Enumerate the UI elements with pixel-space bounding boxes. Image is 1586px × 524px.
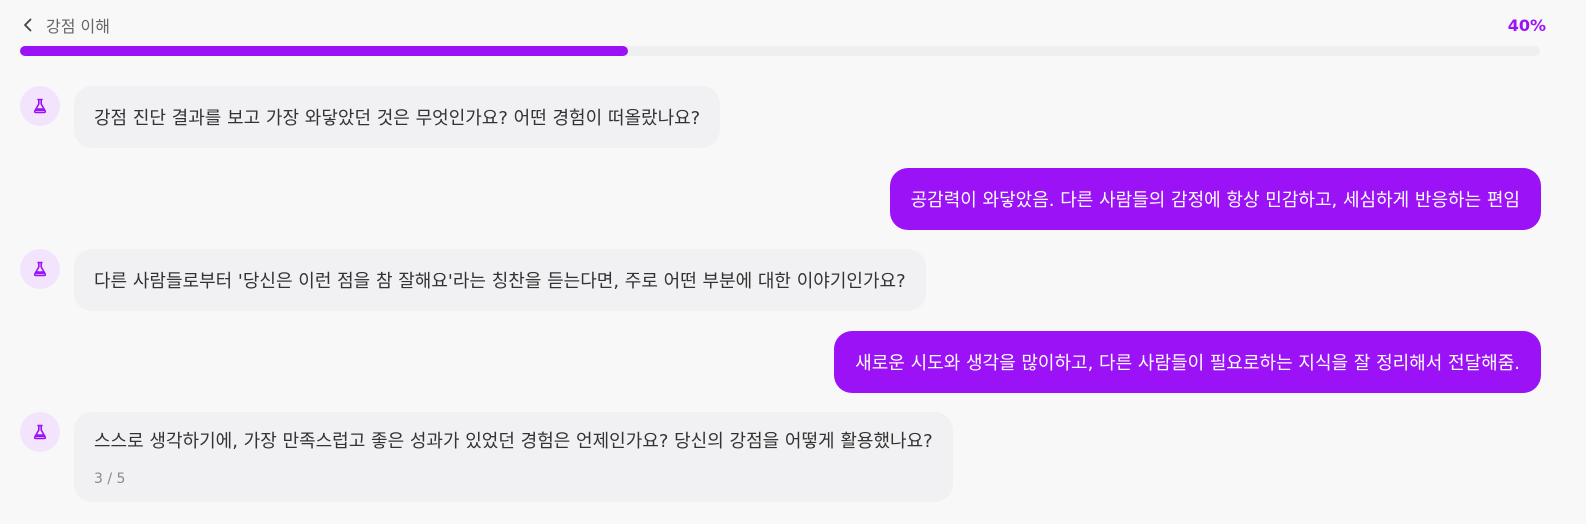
message-text: 강점 진단 결과를 보고 가장 와닿았던 것은 무엇인가요? 어떤 경험이 떠올… bbox=[94, 108, 701, 129]
bot-avatar bbox=[20, 86, 60, 126]
bot-avatar bbox=[20, 249, 60, 289]
step-indicator: 3 / 5 bbox=[94, 471, 126, 487]
bot-message: 스스로 생각하기에, 가장 만족스럽고 좋은 성과가 있었던 경험은 언제인가요… bbox=[74, 412, 953, 502]
message-text: 새로운 시도와 생각을 많이하고, 다른 사람들이 필요로하는 지식을 잘 정리… bbox=[855, 353, 1520, 374]
back-button[interactable]: 강점 이해 bbox=[20, 13, 110, 37]
bot-message: 다른 사람들로부터 '당신은 이런 점을 참 잘해요'라는 칭찬을 듣는다면, … bbox=[74, 249, 926, 311]
flask-icon bbox=[33, 261, 47, 277]
bot-message: 강점 진단 결과를 보고 가장 와닿았던 것은 무엇인가요? 어떤 경험이 떠올… bbox=[74, 86, 721, 148]
user-message: 공감력이 와닿았음. 다른 사람들의 감정에 항상 민감하고, 세심하게 반응하… bbox=[889, 168, 1541, 230]
flask-icon bbox=[33, 98, 47, 114]
chat-page: 강점 이해 40% 강점 진단 결과를 보고 가장 와닿았던 것은 무엇인가요?… bbox=[0, 0, 1586, 524]
progress-fill bbox=[20, 46, 628, 56]
page-title: 강점 이해 bbox=[46, 17, 110, 36]
message-text: 공감력이 와닿았음. 다른 사람들의 감정에 항상 민감하고, 세심하게 반응하… bbox=[910, 190, 1520, 211]
progress-bar bbox=[20, 46, 1540, 56]
header: 강점 이해 40% bbox=[20, 10, 1566, 40]
user-message: 새로운 시도와 생각을 많이하고, 다른 사람들이 필요로하는 지식을 잘 정리… bbox=[834, 331, 1541, 393]
message-text: 스스로 생각하기에, 가장 만족스럽고 좋은 성과가 있었던 경험은 언제인가요… bbox=[94, 431, 933, 452]
flask-icon bbox=[33, 424, 47, 440]
chevron-left-icon[interactable] bbox=[20, 17, 36, 33]
bot-avatar bbox=[20, 412, 60, 452]
message-text: 다른 사람들로부터 '당신은 이런 점을 참 잘해요'라는 칭찬을 듣는다면, … bbox=[94, 271, 906, 292]
progress-percent: 40% bbox=[1507, 15, 1546, 35]
